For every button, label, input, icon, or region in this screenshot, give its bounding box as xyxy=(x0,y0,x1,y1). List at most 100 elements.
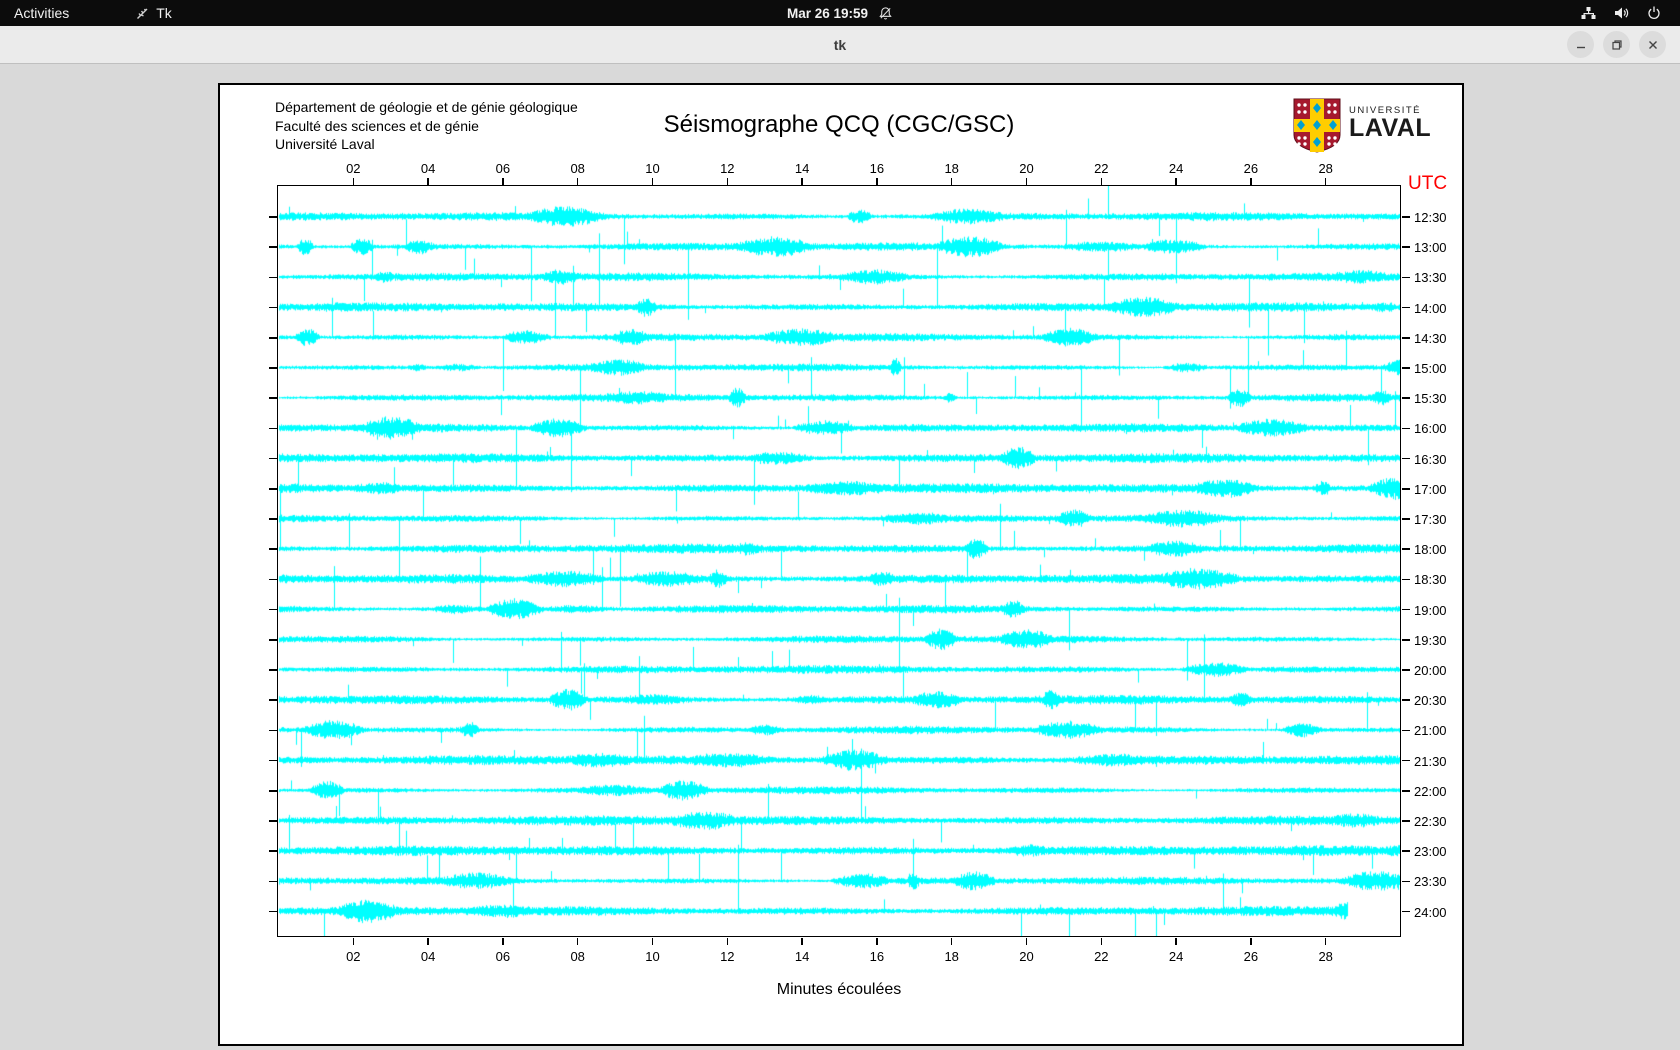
row-tick-right xyxy=(1402,397,1410,399)
x-tick-bottom xyxy=(352,938,355,945)
row-tick-right xyxy=(1402,669,1410,671)
clock-button[interactable]: Mar 26 19:59 xyxy=(787,6,868,21)
x-tick-bottom xyxy=(427,938,429,945)
x-tick-bottom xyxy=(1324,938,1327,945)
x-tick-label-bottom: 26 xyxy=(1243,949,1259,964)
x-tick-top xyxy=(1100,178,1103,185)
row-tick-left xyxy=(269,518,277,520)
restore-icon xyxy=(1611,39,1622,50)
x-tick-label-bottom: 22 xyxy=(1094,949,1109,964)
x-tick-label-bottom: 16 xyxy=(869,949,885,964)
x-tick-top xyxy=(801,178,803,185)
x-tick-label-top: 10 xyxy=(645,161,660,176)
row-tick-left xyxy=(269,427,277,430)
row-tick-left xyxy=(269,850,277,852)
row-tick-left xyxy=(269,729,277,732)
logo-laval-word: LAVAL xyxy=(1349,114,1432,142)
x-tick-top xyxy=(1250,178,1252,185)
x-tick-label-top: 16 xyxy=(869,161,885,176)
x-tick-top xyxy=(876,178,878,185)
speaker-icon xyxy=(1613,5,1630,21)
x-tick-bottom xyxy=(1250,938,1252,945)
x-tick-label-top: 28 xyxy=(1318,161,1333,176)
utc-time-label: 22:30 xyxy=(1414,814,1447,829)
gnome-top-bar: Activities Tk Mar 26 19:59 xyxy=(0,0,1680,26)
system-tray[interactable] xyxy=(1580,0,1680,26)
utc-time-label: 20:30 xyxy=(1414,693,1447,709)
utc-time-label: 16:00 xyxy=(1414,421,1447,437)
row-tick-right xyxy=(1402,337,1410,339)
utc-time-label: 14:00 xyxy=(1414,300,1447,316)
row-tick-right xyxy=(1402,457,1410,460)
x-tick-top xyxy=(726,178,729,185)
header-line-2: Faculté des sciences et de génie xyxy=(275,117,479,134)
x-tick-label-top: 14 xyxy=(794,161,810,176)
utc-time-label: 19:30 xyxy=(1414,632,1447,648)
utc-time-label: 22:00 xyxy=(1414,783,1447,799)
utc-time-label: 18:00 xyxy=(1414,542,1447,558)
row-tick-left xyxy=(269,367,277,369)
x-tick-top xyxy=(502,178,504,185)
x-tick-bottom xyxy=(876,938,878,945)
utc-time-label: 15:00 xyxy=(1414,361,1447,376)
wired-network-icon xyxy=(1580,5,1597,21)
x-tick-label-bottom: 18 xyxy=(944,949,959,964)
x-tick-bottom xyxy=(726,938,729,945)
minimize-button[interactable] xyxy=(1567,31,1594,58)
x-tick-label-bottom: 20 xyxy=(1019,949,1034,964)
x-tick-label-top: 24 xyxy=(1168,161,1184,176)
x-tick-label-top: 12 xyxy=(720,161,735,176)
x-tick-label-bottom: 14 xyxy=(794,949,810,964)
x-tick-bottom xyxy=(576,938,579,945)
window-titlebar: tk xyxy=(0,26,1680,64)
x-tick-bottom xyxy=(950,938,953,945)
x-tick-label-top: 18 xyxy=(944,161,959,176)
row-tick-left xyxy=(269,216,277,218)
institution-header: Département de géologie et de génie géol… xyxy=(275,98,578,154)
seismogram-traces xyxy=(278,186,1400,936)
row-tick-right xyxy=(1402,306,1410,309)
utc-time-label: 21:30 xyxy=(1414,753,1447,769)
x-tick-label-bottom: 02 xyxy=(346,949,361,964)
row-tick-left xyxy=(269,397,277,399)
utc-time-label: 20:00 xyxy=(1414,663,1447,678)
x-tick-top xyxy=(1175,178,1177,185)
x-tick-label-bottom: 04 xyxy=(420,949,436,964)
row-tick-right xyxy=(1402,246,1410,248)
seismograph-canvas: Département de géologie et de génie géol… xyxy=(218,83,1464,1046)
row-tick-right xyxy=(1402,880,1410,883)
x-tick-label-top: 26 xyxy=(1243,161,1259,176)
row-tick-right xyxy=(1402,488,1410,490)
universite-laval-logo: UNIVERSITÉ LAVAL xyxy=(1292,97,1431,153)
utc-time-label: 23:30 xyxy=(1414,874,1447,890)
row-tick-left xyxy=(269,488,277,490)
maximize-button[interactable] xyxy=(1603,31,1630,58)
row-tick-left xyxy=(269,276,277,279)
power-icon xyxy=(1646,5,1662,21)
close-icon xyxy=(1648,40,1657,49)
bell-muted-icon xyxy=(878,6,893,21)
row-tick-right xyxy=(1402,367,1410,369)
window-title: tk xyxy=(833,36,847,53)
utc-time-label: 14:30 xyxy=(1414,330,1447,346)
row-tick-left xyxy=(269,246,277,248)
row-tick-right xyxy=(1402,729,1410,732)
utc-time-label: 17:00 xyxy=(1414,481,1447,497)
x-tick-bottom xyxy=(1025,938,1028,945)
row-tick-left xyxy=(269,548,277,550)
x-tick-label-bottom: 24 xyxy=(1168,949,1184,964)
row-tick-left xyxy=(269,910,277,913)
row-tick-left xyxy=(269,880,277,883)
utc-time-label: 18:30 xyxy=(1414,572,1447,588)
utc-time-label: 19:00 xyxy=(1414,602,1447,618)
x-tick-label-bottom: 10 xyxy=(645,949,660,964)
row-tick-right xyxy=(1402,820,1410,822)
plot-title: Séismographe QCQ (CGC/GSC) xyxy=(663,111,1015,138)
x-tick-top xyxy=(1324,178,1327,185)
row-tick-left xyxy=(269,790,277,792)
row-tick-right xyxy=(1402,608,1410,611)
x-tick-label-bottom: 12 xyxy=(720,949,735,964)
row-tick-right xyxy=(1402,759,1410,762)
clock-label: Mar 26 19:59 xyxy=(786,5,869,21)
close-button[interactable] xyxy=(1639,31,1666,58)
